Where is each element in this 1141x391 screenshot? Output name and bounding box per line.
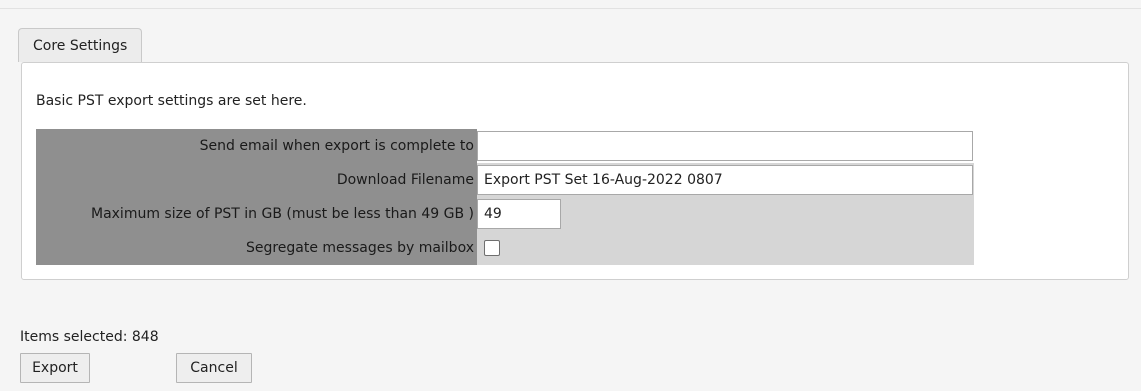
email-row: Send email when export is complete to [36,129,974,163]
filename-row: Download Filename [36,163,974,197]
segregate-row: Segregate messages by mailbox [36,231,974,265]
tab-core-settings[interactable]: Core Settings [18,28,143,62]
max-size-row: Maximum size of PST in GB (must be less … [36,197,974,231]
segregate-label: Segregate messages by mailbox [36,231,477,265]
top-divider [0,8,1141,9]
filename-field[interactable] [477,165,973,195]
max-size-label: Maximum size of PST in GB (must be less … [36,197,477,231]
panel-description: Basic PST export settings are set here. [36,93,307,109]
cancel-button[interactable]: Cancel [176,353,252,383]
email-label: Send email when export is complete to [36,129,477,163]
export-button[interactable]: Export [20,353,90,383]
max-size-field[interactable] [477,199,561,229]
email-field[interactable] [477,131,973,161]
core-settings-panel: Basic PST export settings are set here. … [21,62,1129,280]
items-selected-count: Items selected: 848 [20,329,159,345]
settings-form: Send email when export is complete to Do… [36,129,974,265]
filename-label: Download Filename [36,163,477,197]
segregate-checkbox[interactable] [484,240,500,256]
